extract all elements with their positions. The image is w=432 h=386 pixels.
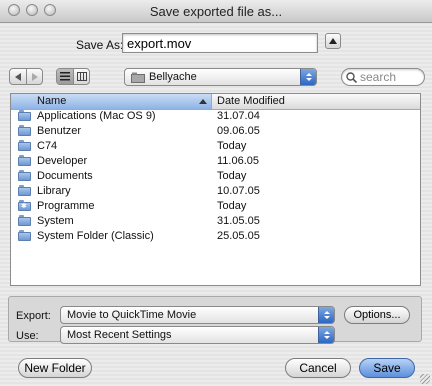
export-format-value: Movie to QuickTime Movie [67,309,197,321]
file-row[interactable]: ✱ Programme Today [11,199,420,214]
back-arrow-icon [15,72,21,81]
list-view-button[interactable] [57,69,73,84]
file-name: C74 [37,140,58,152]
options-button[interactable]: Options... [344,306,410,324]
file-row[interactable]: Developer 11.06.05 [11,154,420,169]
file-date: 31.05.05 [217,215,260,227]
location-popup-value: Bellyache [149,71,197,83]
file-row[interactable]: System 31.05.05 [11,214,420,229]
use-label: Use: [16,330,39,342]
name-column-label: Name [37,95,67,107]
forward-button[interactable] [26,69,42,84]
name-column-header[interactable]: Name [11,94,212,109]
save-as-input[interactable] [122,33,318,53]
folder-icon [18,125,31,137]
triangle-up-icon [329,38,337,44]
search-icon [346,71,357,83]
use-settings-value: Most Recent Settings [67,329,172,341]
browser-header: Name Date Modified [11,94,420,110]
folder-icon [18,110,31,122]
file-row[interactable]: System Folder (Classic) 25.05.05 [11,229,420,244]
file-date: 10.07.05 [217,185,260,197]
applications-folder-icon: ✱ [18,200,31,212]
use-settings-popup[interactable]: Most Recent Settings [60,326,335,344]
file-date: Today [217,170,247,182]
file-name: Applications (Mac OS 9) [37,110,156,122]
window-title: Save exported file as... [149,4,283,19]
cancel-button[interactable]: Cancel [285,358,351,378]
file-date: 11.06.05 [217,155,260,167]
file-date: 25.05.05 [217,230,260,242]
sort-ascending-icon [199,99,207,104]
search-input[interactable] [357,70,420,84]
column-view-icon [76,72,87,81]
popup-arrows-icon [318,307,334,323]
forward-arrow-icon [31,72,38,81]
view-mode-control [56,68,90,85]
file-name: Programme [37,200,95,212]
column-view-button[interactable] [73,69,89,84]
file-name: Library [37,185,71,197]
save-dialog: Save exported file as... Save As: export… [0,0,432,386]
export-label: Export: [16,310,51,322]
folder-icon [18,185,31,197]
save-button[interactable]: Save [359,358,415,378]
folder-icon [18,140,31,152]
new-folder-button[interactable]: New Folder [18,358,92,378]
back-button[interactable] [10,69,26,84]
file-row[interactable]: Library 10.07.05 [11,184,420,199]
file-name: Documents [37,170,93,182]
folder-icon [18,155,31,167]
popup-arrows-icon [300,69,316,85]
file-browser: Name Date Modified Applications (Mac OS … [10,93,421,286]
file-name: System Folder (Classic) [37,230,154,242]
file-name: Developer [37,155,88,167]
file-row[interactable]: C74 Today [11,139,420,154]
file-list: Applications (Mac OS 9) 31.07.04 Benutzer 0… [11,109,420,244]
date-column-header[interactable]: Date Modified [217,95,285,107]
folder-icon [18,215,31,227]
file-name: System [37,215,74,227]
file-date: Today [217,140,247,152]
file-date: 31.07.04 [217,110,260,122]
file-row[interactable]: Benutzer 09.06.05 [11,124,420,139]
export-format-popup[interactable]: Movie to QuickTime Movie [60,306,335,324]
popup-arrows-icon [318,327,334,343]
search-field[interactable] [341,68,425,86]
file-date: Today [217,200,247,212]
list-view-icon [60,72,70,81]
file-row[interactable]: Applications (Mac OS 9) 31.07.04 [11,109,420,124]
folder-icon [18,170,31,182]
file-date: 09.06.05 [217,125,260,137]
resize-grip[interactable] [420,374,430,384]
folder-icon [18,230,31,242]
save-as-label: Save As: [76,38,124,52]
collapse-toggle-button[interactable] [325,33,341,49]
file-name: Benutzer [37,125,82,137]
file-row[interactable]: Documents Today [11,169,420,184]
back-forward-control [9,68,43,85]
home-folder-icon [131,72,145,83]
location-popup[interactable]: Bellyache [124,68,317,86]
title-bar: Save exported file as... [0,0,432,23]
